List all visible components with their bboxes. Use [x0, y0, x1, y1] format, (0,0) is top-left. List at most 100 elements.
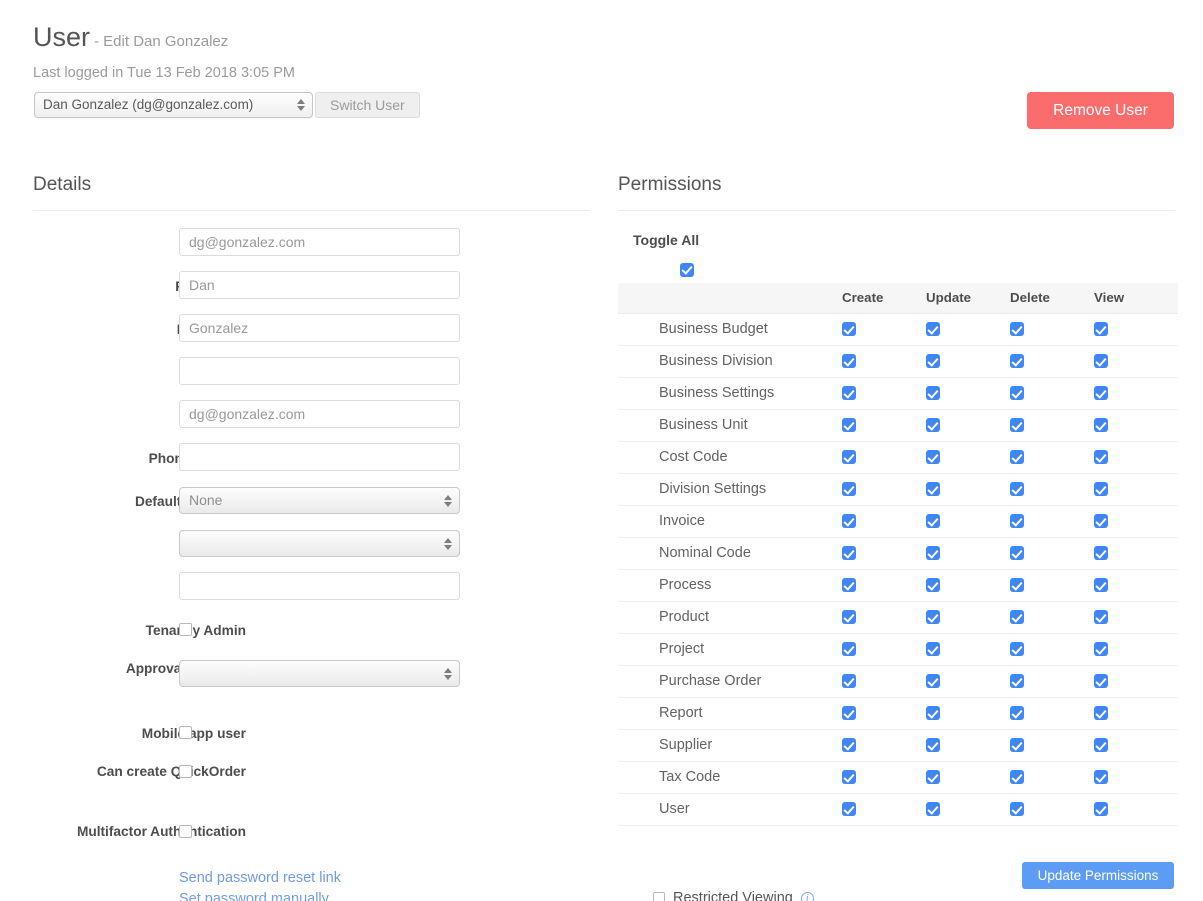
- last-logged-in-text: Last logged in Tue 13 Feb 2018 3:05 PM: [33, 65, 295, 81]
- permission-checkbox-create[interactable]: [842, 674, 856, 689]
- input-email[interactable]: [179, 400, 460, 428]
- send-password-reset-link[interactable]: Send password reset link: [179, 868, 341, 889]
- permission-checkbox-view[interactable]: [1094, 578, 1108, 593]
- permission-checkbox-view[interactable]: [1094, 322, 1108, 337]
- permission-checkbox-delete[interactable]: [1010, 482, 1024, 497]
- details-divider: [33, 210, 590, 211]
- permission-checkbox-view[interactable]: [1094, 546, 1108, 561]
- permission-entity-name: Project: [618, 633, 842, 666]
- update-permissions-button[interactable]: Update Permissions: [1022, 862, 1174, 889]
- permission-checkbox-delete[interactable]: [1010, 386, 1024, 401]
- permission-checkbox-create[interactable]: [842, 642, 856, 657]
- permission-checkbox-create[interactable]: [842, 610, 856, 625]
- permission-checkbox-view[interactable]: [1094, 642, 1108, 657]
- permission-checkbox-view[interactable]: [1094, 450, 1108, 465]
- permission-checkbox-create[interactable]: [842, 386, 856, 401]
- permission-entity-name: Product: [618, 601, 842, 634]
- permission-checkbox-delete[interactable]: [1010, 546, 1024, 561]
- permission-checkbox-update[interactable]: [926, 482, 940, 497]
- permission-checkbox-create[interactable]: [842, 450, 856, 465]
- restricted-viewing-checkbox[interactable]: [653, 892, 665, 901]
- permission-entity-name: Cost Code: [618, 441, 842, 474]
- permission-checkbox-update[interactable]: [926, 354, 940, 369]
- checkbox-mobile-app-user[interactable]: [179, 726, 192, 739]
- permission-checkbox-delete[interactable]: [1010, 578, 1024, 593]
- permission-checkbox-view[interactable]: [1094, 482, 1108, 497]
- input-username[interactable]: [179, 228, 460, 256]
- permission-checkbox-create[interactable]: [842, 546, 856, 561]
- permission-checkbox-create[interactable]: [842, 802, 856, 817]
- permission-checkbox-create[interactable]: [842, 514, 856, 529]
- permission-checkbox-delete[interactable]: [1010, 706, 1024, 721]
- permission-checkbox-create[interactable]: [842, 578, 856, 593]
- permission-checkbox-update[interactable]: [926, 322, 940, 337]
- permission-checkbox-update[interactable]: [926, 706, 940, 721]
- permission-checkbox-create[interactable]: [842, 322, 856, 337]
- permission-cell-delete: [1010, 345, 1094, 378]
- permission-checkbox-update[interactable]: [926, 450, 940, 465]
- switch-user-button[interactable]: Switch User: [315, 92, 420, 118]
- permission-cell-create: [842, 793, 926, 826]
- info-icon[interactable]: i: [800, 891, 814, 901]
- permission-checkbox-view[interactable]: [1094, 802, 1108, 817]
- permission-checkbox-view[interactable]: [1094, 386, 1108, 401]
- permission-checkbox-update[interactable]: [926, 578, 940, 593]
- checkbox-multifactor-authentication[interactable]: [179, 825, 192, 838]
- permission-checkbox-create[interactable]: [842, 706, 856, 721]
- permission-cell-delete: [1010, 793, 1094, 826]
- set-password-manually-link[interactable]: Set password manually: [179, 889, 341, 901]
- permission-checkbox-view[interactable]: [1094, 610, 1108, 625]
- permission-checkbox-update[interactable]: [926, 738, 940, 753]
- input-first-name[interactable]: [179, 271, 460, 299]
- permission-checkbox-update[interactable]: [926, 514, 940, 529]
- permission-checkbox-create[interactable]: [842, 738, 856, 753]
- permission-checkbox-delete[interactable]: [1010, 610, 1024, 625]
- permission-checkbox-delete[interactable]: [1010, 802, 1024, 817]
- select-approval-delegate[interactable]: [179, 660, 460, 687]
- permission-cell-delete: [1010, 665, 1094, 698]
- permission-checkbox-view[interactable]: [1094, 706, 1108, 721]
- input-job-title[interactable]: [179, 357, 460, 385]
- permission-checkbox-update[interactable]: [926, 546, 940, 561]
- permission-checkbox-update[interactable]: [926, 418, 940, 433]
- input-ad-user[interactable]: [179, 572, 460, 600]
- permission-checkbox-update[interactable]: [926, 642, 940, 657]
- permission-checkbox-update[interactable]: [926, 770, 940, 785]
- permission-checkbox-delete[interactable]: [1010, 354, 1024, 369]
- select-default-business[interactable]: None: [179, 487, 460, 514]
- permission-checkbox-delete[interactable]: [1010, 514, 1024, 529]
- checkbox-tenancy-admin[interactable]: [179, 623, 192, 636]
- permission-cell-update: [926, 601, 1010, 634]
- table-row: Division Settings: [618, 473, 1178, 506]
- permission-checkbox-create[interactable]: [842, 354, 856, 369]
- user-switcher-select[interactable]: Dan Gonzalez (dg@gonzalez.com): [34, 92, 313, 118]
- permission-checkbox-update[interactable]: [926, 386, 940, 401]
- input-last-name[interactable]: [179, 314, 460, 342]
- input-phone-number[interactable]: [179, 443, 460, 471]
- permission-checkbox-delete[interactable]: [1010, 674, 1024, 689]
- permission-checkbox-delete[interactable]: [1010, 770, 1024, 785]
- permission-checkbox-delete[interactable]: [1010, 322, 1024, 337]
- permission-checkbox-update[interactable]: [926, 802, 940, 817]
- permission-checkbox-create[interactable]: [842, 418, 856, 433]
- checkbox-can-create-quickorder[interactable]: [179, 765, 192, 778]
- permission-checkbox-delete[interactable]: [1010, 738, 1024, 753]
- select-timezone[interactable]: [179, 530, 460, 557]
- remove-user-button[interactable]: Remove User: [1027, 92, 1174, 129]
- permission-checkbox-update[interactable]: [926, 610, 940, 625]
- details-field-control: [179, 443, 460, 471]
- permission-checkbox-view[interactable]: [1094, 674, 1108, 689]
- permission-checkbox-delete[interactable]: [1010, 450, 1024, 465]
- permission-checkbox-create[interactable]: [842, 482, 856, 497]
- permission-checkbox-view[interactable]: [1094, 738, 1108, 753]
- permission-checkbox-view[interactable]: [1094, 354, 1108, 369]
- permission-checkbox-create[interactable]: [842, 770, 856, 785]
- password-links: Send password reset link Set password ma…: [179, 868, 341, 901]
- permission-checkbox-view[interactable]: [1094, 418, 1108, 433]
- permission-checkbox-update[interactable]: [926, 674, 940, 689]
- permission-checkbox-delete[interactable]: [1010, 642, 1024, 657]
- permission-checkbox-view[interactable]: [1094, 770, 1108, 785]
- permission-checkbox-view[interactable]: [1094, 514, 1108, 529]
- toggle-all-checkbox[interactable]: [680, 262, 694, 277]
- permission-checkbox-delete[interactable]: [1010, 418, 1024, 433]
